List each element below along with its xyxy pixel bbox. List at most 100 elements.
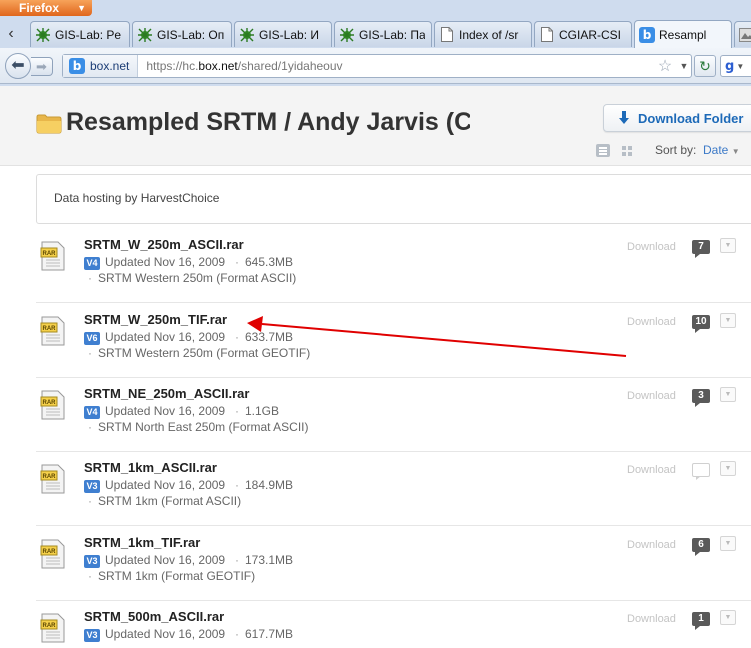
sort-by-label: Sort by: <box>655 143 697 157</box>
folder-icon <box>36 114 62 134</box>
comment-count-badge[interactable]: 6 <box>692 538 710 556</box>
file-updated-date: Updated Nov 16, 2009 <box>105 330 226 344</box>
firefox-menu-button[interactable]: Firefox ▼ <box>0 0 92 16</box>
file-size: 617.7MB <box>235 627 293 641</box>
back-button[interactable]: ⬅ <box>5 53 31 79</box>
tab-gis-lab-4[interactable]: GIS-Lab: Па <box>334 21 432 47</box>
page-title: Resampled SRTM / Andy Jarvis (CIA <box>66 108 470 136</box>
forward-button[interactable]: ➡ <box>31 57 53 76</box>
grid-view-icon[interactable] <box>622 146 633 157</box>
file-row[interactable]: RAR SRTM_W_250m_ASCII.rar V4 Updated Nov… <box>36 229 751 303</box>
reload-button[interactable]: ↻ <box>694 55 716 77</box>
gis-lab-favicon-icon <box>239 27 255 43</box>
site-identity-label: box.net <box>90 59 130 73</box>
bookmark-star-icon[interactable]: ☆ <box>653 56 677 76</box>
add-comment-icon[interactable] <box>692 463 710 480</box>
google-logo-icon: g <box>725 58 735 74</box>
file-description: SRTM 1km (Format GEOTIF) <box>88 569 255 583</box>
file-updated-date: Updated Nov 16, 2009 <box>105 627 226 641</box>
download-link[interactable]: Download <box>627 613 676 625</box>
url-bar[interactable]: b box.net https://hc.box.net/shared/1yid… <box>62 54 692 78</box>
site-identity-button[interactable]: b box.net <box>63 55 139 77</box>
download-folder-button[interactable]: Download Folder <box>603 104 751 132</box>
version-badge[interactable]: V4 <box>84 257 100 270</box>
file-row[interactable]: RAR SRTM_500m_ASCII.rar V3 Updated Nov 1… <box>36 601 751 648</box>
tab-resampled-active[interactable]: b Resampl <box>634 20 732 48</box>
tab-cgiar-csi[interactable]: CGIAR-CSI <box>534 21 632 47</box>
comment-count-badge[interactable]: 10 <box>692 315 710 333</box>
page-icon <box>539 27 555 43</box>
download-link[interactable]: Download <box>627 241 676 253</box>
search-engine-selector[interactable]: g ▼ <box>720 55 751 77</box>
version-badge[interactable]: V3 <box>84 629 100 642</box>
browser-chrome: Firefox ▼ ‹ GIS-Lab: Pe GIS-Lab: Оп GIS-… <box>0 0 751 86</box>
file-name-link[interactable]: SRTM_500m_ASCII.rar <box>84 609 224 624</box>
file-name-link[interactable]: SRTM_W_250m_ASCII.rar <box>84 237 244 252</box>
svg-text:RAR: RAR <box>43 400 57 406</box>
tab-title: Index of /sr <box>459 27 519 42</box>
url-path: /shared/1yidaheouv <box>237 59 343 73</box>
file-description: SRTM 1km (Format ASCII) <box>88 494 241 508</box>
url-domain: box.net <box>198 59 238 73</box>
file-options-chevron-icon[interactable]: ▼ <box>720 387 736 402</box>
rar-file-icon: RAR <box>40 241 65 271</box>
file-name-link[interactable]: SRTM_W_250m_TIF.rar <box>84 312 227 327</box>
tab-scroll-left-icon[interactable]: ‹ <box>0 22 22 46</box>
download-link[interactable]: Download <box>627 464 676 476</box>
svg-text:RAR: RAR <box>43 326 57 332</box>
version-badge[interactable]: V3 <box>84 555 100 568</box>
file-options-chevron-icon[interactable]: ▼ <box>720 238 736 253</box>
sort-by-dropdown[interactable]: Date ▼ <box>703 143 740 157</box>
file-row[interactable]: RAR SRTM_1km_TIF.rar V3 Updated Nov 16, … <box>36 527 751 601</box>
download-link[interactable]: Download <box>627 390 676 402</box>
arrow-left-icon: ⬅ <box>11 57 25 74</box>
version-badge[interactable]: V6 <box>84 332 100 345</box>
page-content: Resampled SRTM / Andy Jarvis (CIA Downlo… <box>0 86 751 648</box>
download-link[interactable]: Download <box>627 316 676 328</box>
file-name-link[interactable]: SRTM_1km_TIF.rar <box>84 535 200 550</box>
file-options-chevron-icon[interactable]: ▼ <box>720 536 736 551</box>
rar-file-icon: RAR <box>40 464 65 494</box>
tab-gis-lab-1[interactable]: GIS-Lab: Pe <box>30 21 130 47</box>
tab-title: GIS-Lab: И <box>259 27 319 42</box>
gis-lab-favicon-icon <box>339 27 355 43</box>
reload-icon: ↻ <box>699 58 711 74</box>
comment-count-badge[interactable]: 1 <box>692 612 710 630</box>
version-badge[interactable]: V4 <box>84 406 100 419</box>
file-size: 1.1GB <box>235 404 279 418</box>
file-name-link[interactable]: SRTM_NE_250m_ASCII.rar <box>84 386 249 401</box>
version-badge[interactable]: V3 <box>84 480 100 493</box>
list-view-icon[interactable] <box>596 144 610 157</box>
file-description: SRTM Western 250m (Format GEOTIF) <box>88 346 310 360</box>
svg-text:RAR: RAR <box>43 474 57 480</box>
file-updated-date: Updated Nov 16, 2009 <box>105 478 226 492</box>
file-row[interactable]: RAR SRTM_W_250m_TIF.rar V6 Updated Nov 1… <box>36 304 751 378</box>
tab-title: GIS-Lab: Оп <box>157 27 225 42</box>
download-link[interactable]: Download <box>627 539 676 551</box>
tab-gis-lab-2[interactable]: GIS-Lab: Оп <box>132 21 232 47</box>
file-size: 173.1MB <box>235 553 293 567</box>
file-row[interactable]: RAR SRTM_NE_250m_ASCII.rar V4 Updated No… <box>36 378 751 452</box>
comment-count-badge[interactable]: 7 <box>692 240 710 258</box>
tab-overflow[interactable] <box>734 21 751 47</box>
file-row[interactable]: RAR SRTM_1km_ASCII.rar V3 Updated Nov 16… <box>36 452 751 526</box>
svg-text:RAR: RAR <box>43 623 57 629</box>
tab-gis-lab-3[interactable]: GIS-Lab: И <box>234 21 332 47</box>
file-options-chevron-icon[interactable]: ▼ <box>720 313 736 328</box>
file-options-chevron-icon[interactable]: ▼ <box>720 610 736 625</box>
tab-strip: ‹ GIS-Lab: Pe GIS-Lab: Оп GIS-Lab: И GIS… <box>0 18 751 48</box>
comment-count-badge[interactable]: 3 <box>692 389 710 407</box>
folder-header: Resampled SRTM / Andy Jarvis (CIA Downlo… <box>0 86 751 166</box>
tab-index-of[interactable]: Index of /sr <box>434 21 532 47</box>
file-options-chevron-icon[interactable]: ▼ <box>720 461 736 476</box>
rar-file-icon: RAR <box>40 316 65 346</box>
folder-description-text: Data hosting by HarvestChoice <box>54 191 220 205</box>
navigation-toolbar: ⬅ ➡ b box.net https://hc.box.net/shared/… <box>0 48 751 84</box>
url-text[interactable]: https://hc.box.net/shared/1yidaheouv <box>138 59 653 73</box>
file-name-link[interactable]: SRTM_1km_ASCII.rar <box>84 460 217 475</box>
page-icon <box>439 27 455 43</box>
folder-description: Data hosting by HarvestChoice <box>36 174 751 224</box>
gis-lab-favicon-icon <box>137 27 153 43</box>
url-history-dropdown-icon[interactable]: ▼ <box>677 61 691 71</box>
file-updated-date: Updated Nov 16, 2009 <box>105 255 226 269</box>
